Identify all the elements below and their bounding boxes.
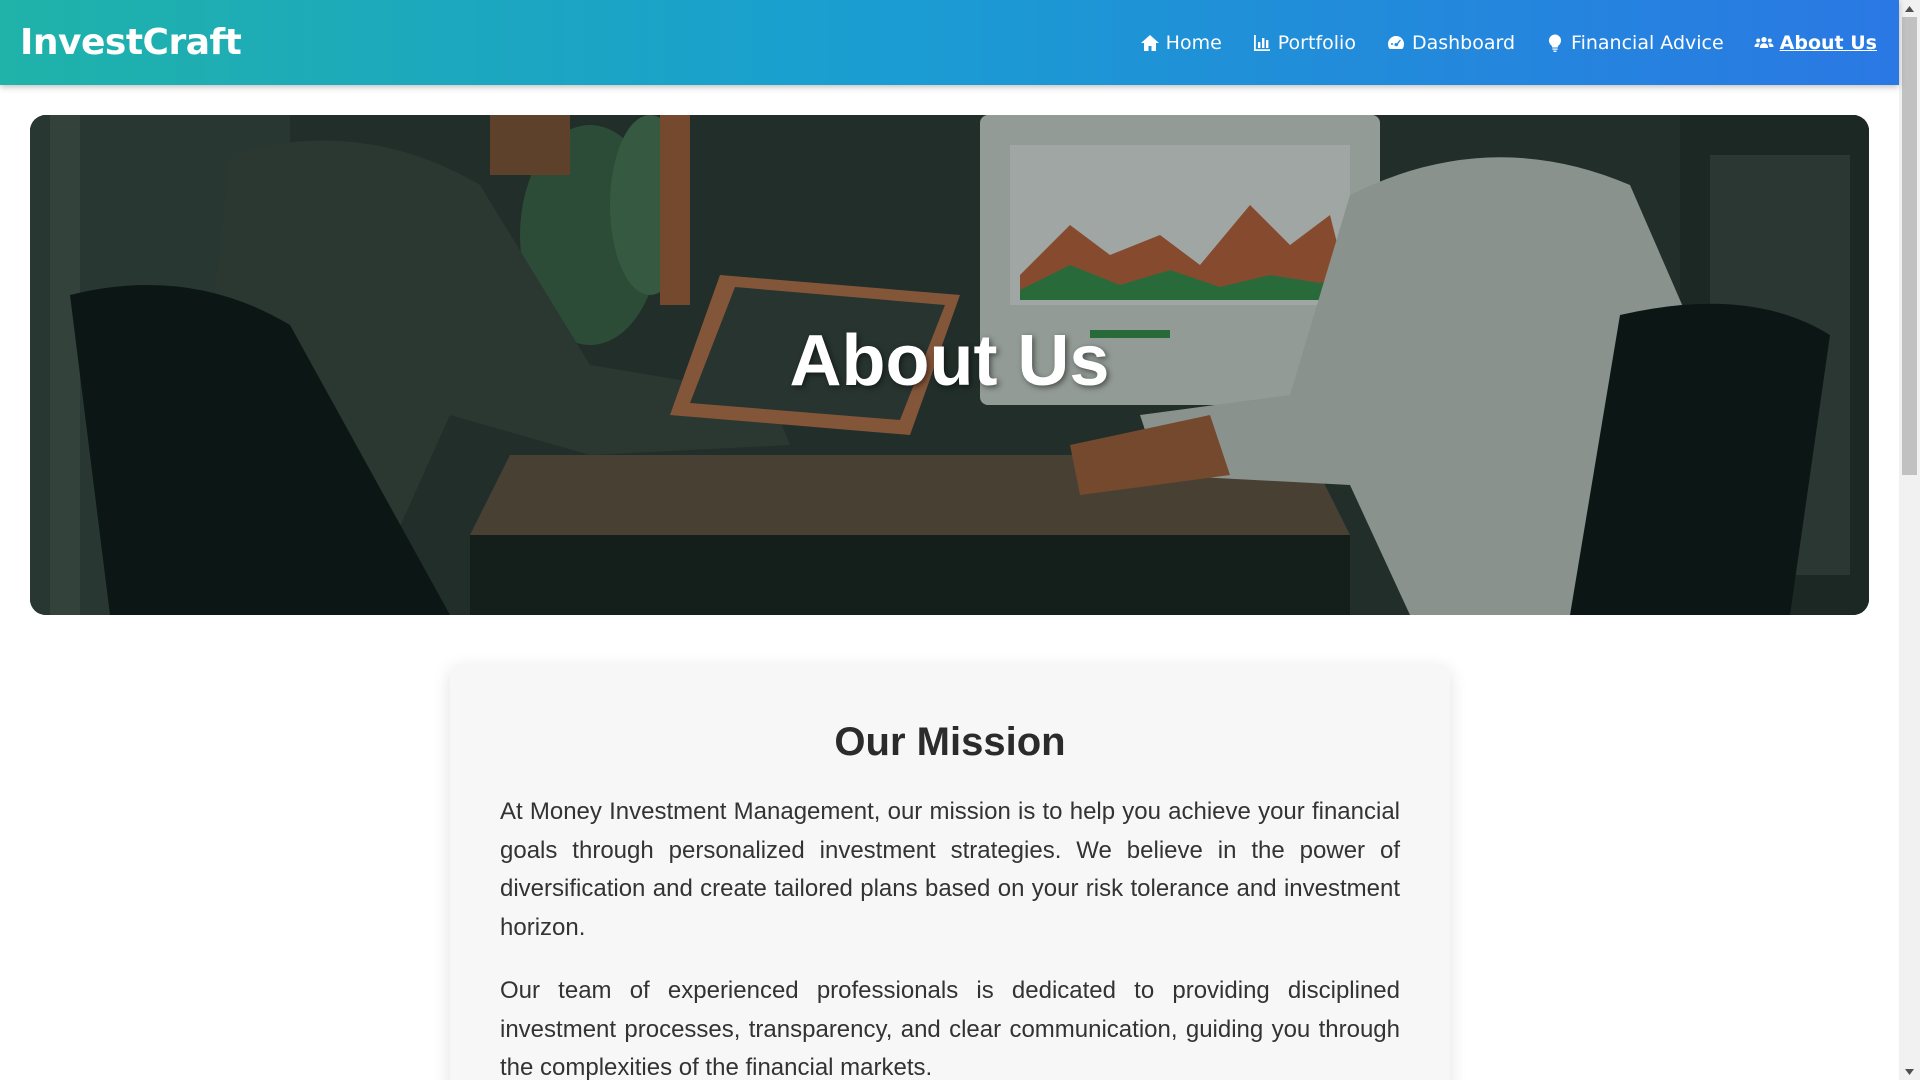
users-icon (1754, 36, 1774, 48)
home-icon (1140, 34, 1159, 51)
tachometer-icon (1387, 35, 1404, 49)
nav-financial-advice-label: Financial Advice (1571, 31, 1724, 54)
nav-financial-advice[interactable]: Financial Advice (1545, 32, 1724, 54)
vertical-scrollbar[interactable] (1899, 0, 1920, 1080)
nav-portfolio-label: Portfolio (1277, 31, 1356, 54)
nav-dashboard-label: Dashboard (1411, 31, 1516, 54)
nav-portfolio[interactable]: Portfolio (1252, 32, 1356, 54)
mission-paragraph-1: At Money Investment Management, our miss… (500, 798, 1400, 941)
nav-dashboard[interactable]: Dashboard (1386, 32, 1515, 54)
hero-title: About Us (789, 321, 1110, 401)
nav-home-label: Home (1165, 31, 1222, 54)
chart-bar-icon (1253, 34, 1270, 51)
mission-paragraph-2: Our team of experienced professionals is… (500, 977, 1400, 1080)
mission-card: Our Mission At Money Investment Manageme… (450, 665, 1450, 1080)
brand-logo[interactable]: InvestCraft (20, 22, 242, 63)
top-navbar: InvestCraft Home Portfolio Dashboard Fin… (0, 0, 1899, 85)
nav-links: Home Portfolio Dashboard Financial Advic… (1140, 32, 1879, 54)
lightbulb-icon (1548, 33, 1562, 52)
nav-about-us-label: About Us (1779, 31, 1877, 54)
scrollbar-thumb[interactable] (1902, 17, 1917, 475)
scroll-up-arrow-icon[interactable] (1899, 0, 1920, 17)
hero-banner: About Us (30, 115, 1869, 615)
scroll-down-arrow-icon[interactable] (1899, 1063, 1920, 1080)
nav-about-us[interactable]: About Us (1754, 32, 1877, 54)
nav-home[interactable]: Home (1140, 32, 1222, 54)
mission-title: Our Mission (834, 720, 1066, 764)
